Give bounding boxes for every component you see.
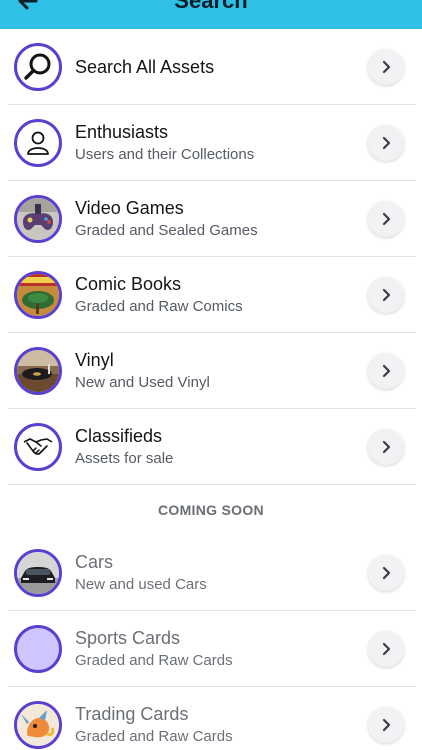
- item-text: Comic Books Graded and Raw Comics: [75, 257, 362, 333]
- vinyl-image: [14, 347, 62, 395]
- list-item-vinyl[interactable]: Vinyl New and Used Vinyl: [0, 333, 422, 409]
- item-text: Video Games Graded and Sealed Games: [75, 181, 362, 257]
- list-item-sports-cards[interactable]: Sports Cards Graded and Raw Cards: [0, 611, 422, 687]
- header-bar: Search: [0, 0, 422, 29]
- item-text: Vinyl New and Used Vinyl: [75, 333, 362, 409]
- list-item-comic-books[interactable]: Comic Books Graded and Raw Comics: [0, 257, 422, 333]
- item-title: Trading Cards: [75, 704, 189, 724]
- chevron-right-icon[interactable]: [368, 429, 404, 465]
- item-title: Sports Cards: [75, 628, 181, 648]
- item-title: Video Games: [75, 198, 184, 218]
- chevron-right-icon[interactable]: [368, 201, 404, 237]
- car-image: [14, 549, 62, 597]
- item-subtitle: New and used Cars: [75, 576, 207, 593]
- handshake-icon: [14, 423, 62, 471]
- list-item-cars[interactable]: Cars New and used Cars: [0, 535, 422, 611]
- list-item-enthusiasts[interactable]: Enthusiasts Users and their Collections: [0, 105, 422, 181]
- user-icon: [14, 119, 62, 167]
- chevron-right-icon[interactable]: [368, 49, 404, 85]
- list-item-classifieds[interactable]: Classifieds Assets for sale: [0, 409, 422, 485]
- item-subtitle: Graded and Raw Comics: [75, 298, 243, 315]
- trading-cards-image: [14, 701, 62, 749]
- list-item-video-games[interactable]: Video Games Graded and Sealed Games: [0, 181, 422, 257]
- item-subtitle: Graded and Raw Cards: [75, 652, 233, 669]
- item-subtitle: Graded and Sealed Games: [75, 222, 258, 239]
- chevron-right-icon[interactable]: [368, 277, 404, 313]
- magnifier-icon: [14, 43, 62, 91]
- chevron-right-icon[interactable]: [368, 353, 404, 389]
- item-text: Enthusiasts Users and their Collections: [75, 105, 362, 181]
- chevron-right-icon[interactable]: [368, 555, 404, 591]
- item-text: Sports Cards Graded and Raw Cards: [75, 611, 362, 687]
- item-subtitle: Users and their Collections: [75, 146, 255, 163]
- list-item-trading-cards[interactable]: Trading Cards Graded and Raw Cards: [0, 687, 422, 750]
- chevron-right-icon[interactable]: [368, 631, 404, 667]
- sports-cards-placeholder: [14, 625, 62, 673]
- item-text: Search All Assets: [75, 29, 362, 105]
- comic-books-image: [14, 271, 62, 319]
- item-title: Enthusiasts: [75, 122, 169, 142]
- item-text: Classifieds Assets for sale: [75, 409, 362, 485]
- page-title: Search: [174, 0, 248, 13]
- category-list: Search All Assets Enthusiasts Users and …: [0, 29, 422, 750]
- video-games-image: [14, 195, 62, 243]
- item-subtitle: New and Used Vinyl: [75, 374, 210, 391]
- item-title: Classifieds: [75, 426, 163, 446]
- item-title: Vinyl: [75, 350, 114, 370]
- item-subtitle: Graded and Raw Cards: [75, 728, 233, 745]
- chevron-right-icon[interactable]: [368, 707, 404, 743]
- item-title: Cars: [75, 552, 114, 572]
- item-title: Search All Assets: [75, 57, 215, 77]
- item-title: Comic Books: [75, 274, 182, 294]
- item-text: Cars New and used Cars: [75, 535, 362, 611]
- chevron-right-icon[interactable]: [368, 125, 404, 161]
- list-item-search-all-assets[interactable]: Search All Assets: [0, 29, 422, 105]
- item-subtitle: Assets for sale: [75, 450, 174, 467]
- coming-soon-label: COMING SOON: [158, 502, 264, 518]
- item-text: Trading Cards Graded and Raw Cards: [75, 687, 362, 750]
